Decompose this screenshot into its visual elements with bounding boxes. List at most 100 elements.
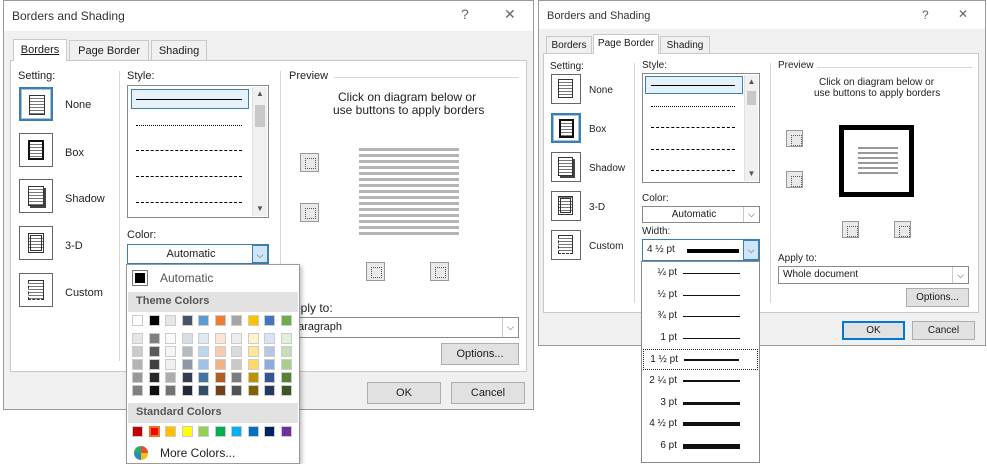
theme-color-swatch[interactable] (247, 372, 259, 383)
width-option[interactable]: 1 ½ pt (643, 349, 758, 371)
theme-color-swatch[interactable] (264, 359, 275, 370)
theme-color-swatch[interactable] (132, 385, 143, 396)
bottom-border-button[interactable] (300, 203, 319, 222)
width-combobox[interactable]: 4 ½ pt ⌵ (642, 239, 760, 261)
standard-color-swatch[interactable] (231, 426, 242, 437)
standard-color-swatch[interactable] (214, 426, 226, 437)
theme-color-swatch[interactable] (264, 385, 275, 396)
theme-color-swatch[interactable] (264, 333, 275, 344)
setting-shadow-icon[interactable] (19, 179, 53, 213)
theme-color-swatch[interactable] (214, 385, 226, 396)
theme-color-swatch[interactable] (231, 359, 242, 370)
theme-color-swatch[interactable] (198, 385, 209, 396)
theme-color-swatch[interactable] (181, 333, 193, 344)
chevron-down-icon[interactable]: ⌵ (252, 245, 268, 263)
theme-color-swatch[interactable] (198, 359, 209, 370)
scroll-up-icon[interactable]: ▲ (745, 75, 758, 89)
cancel-button[interactable]: Cancel (912, 321, 975, 340)
style-listbox[interactable]: ▲ ▼ (127, 85, 269, 218)
theme-color-swatch[interactable] (181, 372, 193, 383)
setting-none-label[interactable]: None (589, 85, 613, 96)
theme-color-swatch[interactable] (214, 359, 226, 370)
setting-custom-icon[interactable] (19, 273, 53, 307)
right-border-button[interactable] (894, 221, 911, 238)
standard-color-swatch[interactable] (198, 426, 209, 437)
setting-shadow-label[interactable]: Shadow (589, 163, 625, 174)
theme-color-swatch[interactable] (231, 333, 242, 344)
setting-custom-label[interactable]: Custom (589, 241, 623, 252)
width-option[interactable]: ¾ pt (643, 306, 758, 327)
style-dashed-large-line[interactable] (136, 176, 242, 177)
theme-color-swatch[interactable] (247, 333, 259, 344)
theme-color-swatch[interactable] (165, 372, 176, 383)
theme-color-swatch[interactable] (165, 346, 176, 357)
top-border-button[interactable] (786, 130, 803, 147)
scroll-down-icon[interactable]: ▼ (745, 167, 758, 181)
setting-box-label[interactable]: Box (589, 124, 606, 135)
ok-button[interactable]: OK (842, 321, 905, 340)
automatic-swatch[interactable] (132, 270, 148, 286)
theme-color-swatch[interactable] (132, 315, 143, 326)
theme-color-swatch[interactable] (280, 346, 292, 357)
theme-color-swatch[interactable] (214, 315, 226, 326)
width-option[interactable]: 6 pt (643, 436, 758, 457)
theme-color-swatch[interactable] (280, 359, 292, 370)
left-border-button[interactable] (842, 221, 859, 238)
theme-color-swatch[interactable] (247, 315, 259, 326)
setting-none-icon[interactable] (551, 74, 581, 104)
theme-color-swatch[interactable] (231, 315, 242, 326)
theme-color-swatch[interactable] (264, 372, 275, 383)
theme-color-swatch[interactable] (198, 346, 209, 357)
width-option[interactable]: ½ pt (643, 285, 758, 306)
tab-page-border[interactable]: Page Border (69, 40, 149, 61)
theme-color-swatch[interactable] (165, 333, 176, 344)
style-dashed-small-line[interactable] (136, 150, 242, 151)
help-icon[interactable]: ? (461, 6, 469, 22)
setting-custom-icon[interactable] (551, 230, 581, 260)
setting-box-label[interactable]: Box (65, 147, 84, 159)
setting-box-icon[interactable] (19, 133, 53, 167)
bottom-border-button[interactable] (786, 171, 803, 188)
style-listbox[interactable]: ▲ ▼ (642, 73, 760, 183)
automatic-option[interactable]: Automatic (160, 271, 213, 285)
style-scrollbar[interactable]: ▲ ▼ (252, 87, 267, 216)
setting-shadow-icon[interactable] (551, 152, 581, 182)
apply-to-combobox[interactable]: aragraph ⌵ (289, 317, 519, 338)
theme-color-swatch[interactable] (132, 359, 143, 370)
theme-color-swatch[interactable] (214, 346, 226, 357)
theme-color-swatch[interactable] (280, 333, 292, 344)
style-dashed-small-line[interactable] (651, 127, 735, 128)
preview-diagram[interactable] (839, 125, 914, 197)
cancel-button[interactable]: Cancel (451, 382, 525, 404)
standard-color-swatch[interactable] (181, 426, 193, 437)
theme-color-swatch[interactable] (247, 346, 259, 357)
tab-page-border[interactable]: Page Border (593, 34, 659, 54)
theme-color-swatch[interactable] (280, 372, 292, 383)
setting-3d-label[interactable]: 3-D (589, 202, 605, 213)
style-scrollbar[interactable]: ▲ ▼ (744, 75, 758, 181)
standard-color-swatch[interactable] (132, 426, 143, 437)
close-icon[interactable]: ✕ (958, 7, 968, 21)
theme-color-swatch[interactable] (214, 333, 226, 344)
theme-color-swatch[interactable] (280, 385, 292, 396)
theme-color-swatch[interactable] (148, 346, 160, 357)
setting-3d-icon[interactable] (19, 226, 53, 260)
standard-color-swatch[interactable] (165, 426, 176, 437)
color-combobox[interactable]: Automatic ⌵ (642, 206, 760, 223)
theme-color-swatch[interactable] (181, 346, 193, 357)
theme-color-swatch[interactable] (181, 359, 193, 370)
theme-color-swatch[interactable] (198, 315, 209, 326)
theme-color-swatch[interactable] (247, 359, 259, 370)
chevron-down-icon[interactable]: ⌵ (502, 318, 518, 337)
tab-borders[interactable]: Borders (13, 39, 67, 61)
theme-color-swatch[interactable] (148, 359, 160, 370)
style-solid-line[interactable] (651, 85, 735, 86)
theme-color-swatch[interactable] (231, 372, 242, 383)
theme-color-swatch[interactable] (132, 333, 143, 344)
scroll-up-icon[interactable]: ▲ (253, 87, 267, 101)
options-button[interactable]: Options... (906, 288, 969, 307)
tab-borders[interactable]: Borders (546, 36, 592, 54)
scroll-thumb[interactable] (747, 91, 756, 105)
right-border-button[interactable] (430, 262, 449, 281)
apply-to-combobox[interactable]: Whole document ⌵ (778, 266, 969, 284)
